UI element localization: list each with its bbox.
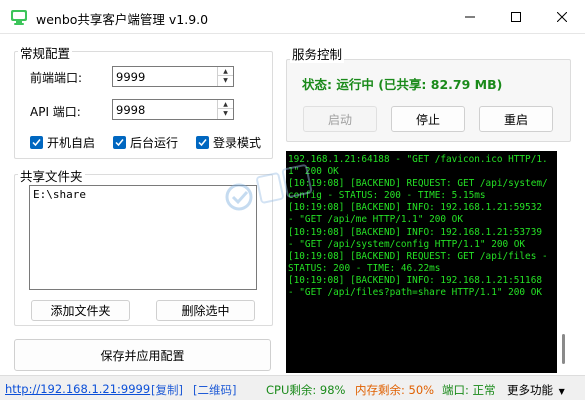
- checkbox-checked-icon: [30, 136, 43, 149]
- add-folder-button[interactable]: 添加文件夹: [31, 300, 130, 321]
- stop-button[interactable]: 停止: [391, 106, 465, 132]
- close-icon: [557, 12, 567, 22]
- scrollbar-thumb[interactable]: [562, 334, 565, 364]
- spin-down-icon[interactable]: ▼: [218, 76, 233, 85]
- watermark-graphic: [225, 164, 313, 211]
- maximize-button[interactable]: [493, 0, 539, 34]
- minimize-icon: [465, 16, 475, 18]
- checkbox-checked-icon: [196, 136, 209, 149]
- list-item[interactable]: E:\share: [30, 186, 256, 203]
- port-status: 端口: 正常: [442, 383, 496, 397]
- shared-folders-list[interactable]: E:\share: [29, 185, 257, 290]
- status-bar: http://192.168.1.21:9999 [复制] [二维码] CPU剩…: [0, 375, 585, 400]
- qrcode-link[interactable]: [二维码]: [193, 382, 236, 398]
- background-run-label: 后台运行: [130, 136, 179, 150]
- checkbox-checked-icon: [113, 136, 126, 149]
- log-console[interactable]: 192.168.1.21:64188 - "GET /favicon.ico H…: [286, 151, 571, 373]
- spin-down-icon[interactable]: ▼: [218, 109, 233, 118]
- autostart-label: 开机自启: [47, 136, 96, 150]
- service-status-text: 状态: 运行中 (已共享: 82.79 MB): [302, 77, 503, 92]
- background-run-checkbox[interactable]: 后台运行: [113, 134, 178, 151]
- console-scrollbar[interactable]: [557, 151, 571, 373]
- window-title: wenbo共享客户端管理 v1.9.0: [36, 12, 209, 27]
- app-icon: [11, 10, 27, 25]
- more-functions-label: 更多功能: [507, 383, 553, 397]
- log-text: 192.168.1.21:64188 - "GET /favicon.ico H…: [288, 154, 548, 299]
- title-bar: wenbo共享客户端管理 v1.9.0: [0, 0, 585, 34]
- dropdown-arrow-icon: ▼: [558, 387, 565, 396]
- login-mode-label: 登录模式: [213, 136, 262, 150]
- cpu-status: CPU剩余: 98%: [266, 383, 346, 397]
- copy-link[interactable]: [复制]: [151, 382, 183, 398]
- restart-button[interactable]: 重启: [479, 106, 553, 132]
- minimize-button[interactable]: [447, 0, 493, 34]
- more-functions-menu[interactable]: 更多功能 ▼: [507, 382, 565, 398]
- maximize-icon: [511, 12, 521, 22]
- spin-up-icon[interactable]: ▲: [218, 100, 233, 109]
- login-mode-checkbox[interactable]: 登录模式: [196, 134, 261, 151]
- close-button[interactable]: [539, 0, 585, 34]
- spin-up-icon[interactable]: ▲: [218, 67, 233, 76]
- front-port-label: 前端端口:: [30, 71, 83, 85]
- start-button[interactable]: 启动: [303, 106, 377, 132]
- delete-selected-button[interactable]: 删除选中: [156, 300, 255, 321]
- autostart-checkbox[interactable]: 开机自启: [30, 134, 95, 151]
- save-apply-button[interactable]: 保存并应用配置: [14, 339, 271, 371]
- memory-status: 内存剩余: 50%: [355, 383, 435, 397]
- general-config-title: 常规配置: [18, 43, 73, 62]
- front-port-value: 9999: [116, 69, 146, 84]
- shared-folders-title: 共享文件夹: [18, 166, 85, 185]
- api-port-spinner[interactable]: ▲ ▼: [217, 100, 233, 119]
- service-url-link[interactable]: http://192.168.1.21:9999: [5, 382, 150, 396]
- service-control-title: 服务控制: [290, 44, 345, 63]
- front-port-input[interactable]: 9999 ▲ ▼: [112, 66, 234, 87]
- front-port-spinner[interactable]: ▲ ▼: [217, 67, 233, 86]
- api-port-value: 9998: [116, 102, 146, 117]
- api-port-label: API 端口:: [30, 105, 81, 119]
- api-port-input[interactable]: 9998 ▲ ▼: [112, 99, 234, 120]
